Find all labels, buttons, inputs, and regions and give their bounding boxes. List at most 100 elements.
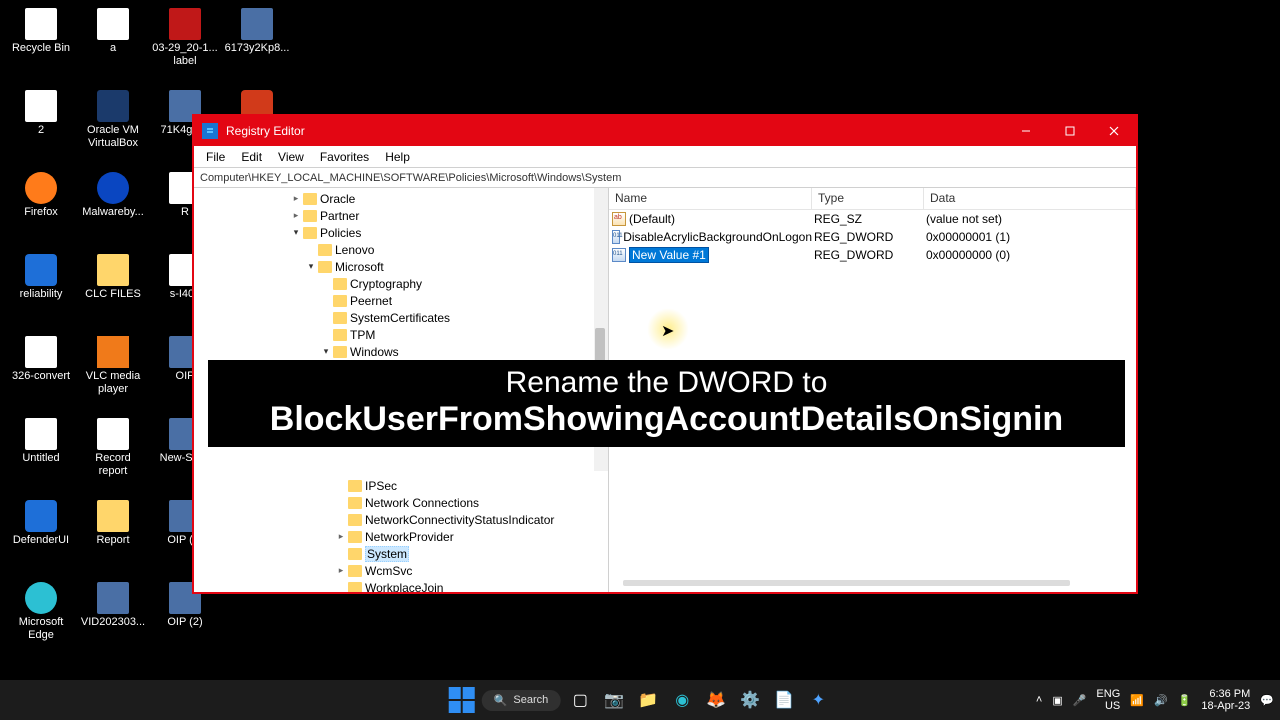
expand-arrow-icon[interactable]: ▾ xyxy=(304,261,318,272)
tray-app-icon[interactable]: ▣ xyxy=(1052,694,1062,707)
tree-node[interactable]: ▸WcmSvc xyxy=(194,562,608,579)
folder-icon xyxy=(97,500,129,532)
column-header[interactable]: Type xyxy=(812,188,924,209)
desktop-icon[interactable]: Malwareby... xyxy=(78,170,148,250)
folder-icon xyxy=(303,227,317,239)
menu-view[interactable]: View xyxy=(270,148,312,166)
volume-icon[interactable]: 🔊 xyxy=(1154,694,1168,707)
tree-node[interactable]: ▸Partner xyxy=(194,207,608,224)
folder-icon xyxy=(348,480,362,492)
start-button[interactable] xyxy=(448,686,476,714)
txt-icon xyxy=(97,418,129,450)
mic-icon[interactable]: 🎤 xyxy=(1073,694,1087,707)
value-row[interactable]: (Default)REG_SZ(value not set) xyxy=(609,210,1136,228)
desktop-icon[interactable]: Oracle VM VirtualBox xyxy=(78,88,148,168)
menu-bar: FileEditViewFavoritesHelp xyxy=(194,146,1136,168)
tray-chevron-icon[interactable]: ˄ xyxy=(1036,694,1042,706)
camera-icon[interactable]: 📷 xyxy=(600,686,628,714)
notepad-icon[interactable]: 📄 xyxy=(770,686,798,714)
firefox-icon[interactable]: 🦊 xyxy=(702,686,730,714)
language-indicator[interactable]: ENGUS xyxy=(1096,688,1120,712)
folder-icon xyxy=(303,210,317,222)
desktop-icon[interactable]: Untitled xyxy=(6,416,76,496)
expand-arrow-icon[interactable]: ▸ xyxy=(334,565,348,576)
desktop-icon[interactable]: CLC FILES xyxy=(78,252,148,332)
desktop-icon[interactable]: Report xyxy=(78,498,148,578)
desktop-icon[interactable]: VLC media player xyxy=(78,334,148,414)
desktop-icon[interactable]: 6173y2Kp8... xyxy=(222,6,292,86)
desktop-icon[interactable]: DefenderUI xyxy=(6,498,76,578)
folder-icon xyxy=(333,278,347,290)
menu-edit[interactable]: Edit xyxy=(233,148,270,166)
maximize-button[interactable] xyxy=(1048,116,1092,146)
taskbar-search[interactable]: 🔍 Search xyxy=(482,690,561,711)
expand-arrow-icon[interactable]: ▸ xyxy=(289,193,303,204)
cursor-icon: ➤ xyxy=(661,321,674,341)
tree-node[interactable]: Cryptography xyxy=(194,275,608,292)
tree-node[interactable]: Network Connections xyxy=(194,494,608,511)
expand-arrow-icon[interactable]: ▸ xyxy=(289,210,303,221)
desktop-icon[interactable]: 326-convert xyxy=(6,334,76,414)
titlebar[interactable]: Registry Editor xyxy=(194,116,1136,146)
tree-node[interactable]: Peernet xyxy=(194,292,608,309)
notifications-icon[interactable]: 💬 xyxy=(1260,694,1274,707)
expand-arrow-icon[interactable]: ▾ xyxy=(289,227,303,238)
tree-node[interactable]: System xyxy=(194,545,608,562)
explorer-icon[interactable]: 📁 xyxy=(634,686,662,714)
txt-icon xyxy=(97,8,129,40)
desktop-icon[interactable]: reliability xyxy=(6,252,76,332)
tree-node[interactable]: ▾Microsoft xyxy=(194,258,608,275)
vlc-icon xyxy=(97,336,129,368)
system-tray: ˄ ▣ 🎤 ENGUS 📶 🔊 🔋 6:36 PM18-Apr-23 💬 xyxy=(1036,688,1274,712)
desktop-icon[interactable]: 03-29_20-1... label xyxy=(150,6,220,86)
close-button[interactable] xyxy=(1092,116,1136,146)
menu-favorites[interactable]: Favorites xyxy=(312,148,377,166)
desktop-icon[interactable]: Recycle Bin xyxy=(6,6,76,86)
tree-node[interactable]: WorkplaceJoin xyxy=(194,579,608,592)
tree-node[interactable]: IPSec xyxy=(194,477,608,494)
value-row[interactable]: New Value #1REG_DWORD0x00000000 (0) xyxy=(609,246,1136,264)
folder-icon xyxy=(348,582,362,593)
caption-overlay: Rename the DWORD to BlockUserFromShowing… xyxy=(208,360,1125,447)
settings-icon[interactable]: ⚙️ xyxy=(736,686,764,714)
tree-node[interactable]: Lenovo xyxy=(194,241,608,258)
task-view-icon[interactable]: ▢ xyxy=(566,686,594,714)
string-icon xyxy=(612,212,626,226)
pdf-icon xyxy=(169,8,201,40)
desktop-icon[interactable]: 2 xyxy=(6,88,76,168)
column-header[interactable]: Name xyxy=(609,188,812,209)
mb-icon xyxy=(97,172,129,204)
desktop-icon[interactable]: Record report xyxy=(78,416,148,496)
desktop-icon[interactable]: VID202303... xyxy=(78,580,148,660)
tree-node[interactable]: ▾Policies xyxy=(194,224,608,241)
menu-help[interactable]: Help xyxy=(377,148,418,166)
vbox-icon xyxy=(97,90,129,122)
folder-icon xyxy=(333,295,347,307)
recycle-icon xyxy=(25,8,57,40)
values-hscroll[interactable] xyxy=(623,580,1070,586)
battery-icon[interactable]: 🔋 xyxy=(1178,694,1192,707)
tree-node[interactable]: ▸Oracle xyxy=(194,190,608,207)
menu-file[interactable]: File xyxy=(198,148,233,166)
app-icon[interactable]: ✦ xyxy=(804,686,832,714)
minimize-button[interactable] xyxy=(1004,116,1048,146)
dword-icon xyxy=(612,248,626,262)
expand-arrow-icon[interactable]: ▸ xyxy=(334,531,348,542)
column-header[interactable]: Data xyxy=(924,188,1136,209)
taskbar: 🔍 Search ▢ 📷 📁 ◉ 🦊 ⚙️ 📄 ✦ ˄ ▣ 🎤 ENGUS 📶 … xyxy=(0,680,1280,720)
desktop-icon[interactable]: Microsoft Edge xyxy=(6,580,76,660)
tree-node[interactable]: ▾Windows xyxy=(194,343,608,360)
clock[interactable]: 6:36 PM18-Apr-23 xyxy=(1201,688,1250,712)
tree-node[interactable]: TPM xyxy=(194,326,608,343)
edge-icon[interactable]: ◉ xyxy=(668,686,696,714)
desktop-icon[interactable]: Firefox xyxy=(6,170,76,250)
desktop-icon[interactable]: a xyxy=(78,6,148,86)
address-bar[interactable]: Computer\HKEY_LOCAL_MACHINE\SOFTWARE\Pol… xyxy=(194,168,1136,188)
cursor-highlight xyxy=(647,308,689,350)
tree-node[interactable]: NetworkConnectivityStatusIndicator xyxy=(194,511,608,528)
tree-node[interactable]: SystemCertificates xyxy=(194,309,608,326)
expand-arrow-icon[interactable]: ▾ xyxy=(319,346,333,357)
value-row[interactable]: DisableAcrylicBackgroundOnLogonREG_DWORD… xyxy=(609,228,1136,246)
tree-node[interactable]: ▸NetworkProvider xyxy=(194,528,608,545)
wifi-icon[interactable]: 📶 xyxy=(1130,694,1144,707)
